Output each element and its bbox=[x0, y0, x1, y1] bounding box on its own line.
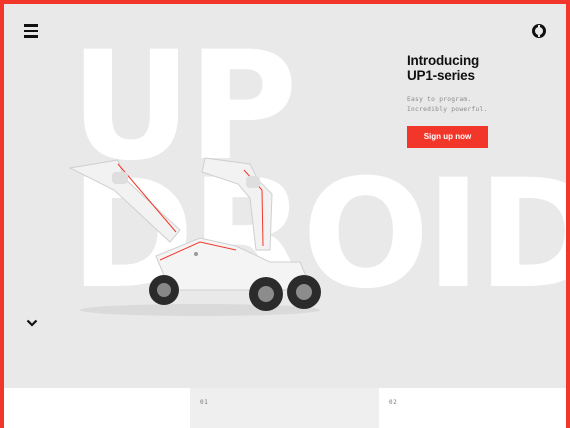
hamburger-menu-icon[interactable] bbox=[24, 24, 38, 38]
feature-panels: 01 02 bbox=[0, 388, 570, 428]
menu-bar bbox=[24, 24, 38, 27]
menu-bar bbox=[24, 35, 38, 38]
headline-line-1: Introducing bbox=[407, 53, 480, 68]
feature-panel[interactable]: 02 bbox=[379, 388, 570, 428]
feature-panel[interactable] bbox=[0, 388, 190, 428]
sign-up-button[interactable]: Sign up now bbox=[407, 126, 488, 148]
tagline-line-2: Incredibly powerful. bbox=[407, 106, 488, 113]
robot-image bbox=[68, 157, 321, 316]
circle-logo-icon[interactable] bbox=[532, 24, 546, 38]
tagline-line-1: Easy to program. bbox=[407, 96, 472, 103]
headline: Introducing UP1-series bbox=[407, 53, 547, 83]
panel-number: 01 bbox=[200, 399, 209, 406]
hero-section: UP DROID Introducing UP1-series Easy to … bbox=[0, 0, 570, 388]
feature-panel[interactable]: 01 bbox=[190, 388, 379, 428]
headline-line-2: UP1-series bbox=[407, 68, 475, 83]
tagline: Easy to program. Incredibly powerful. bbox=[407, 95, 547, 115]
chevron-down-icon[interactable] bbox=[26, 318, 38, 328]
intro-block: Introducing UP1-series Easy to program. … bbox=[407, 53, 547, 148]
panel-number: 02 bbox=[389, 399, 398, 406]
menu-bar bbox=[24, 29, 38, 33]
